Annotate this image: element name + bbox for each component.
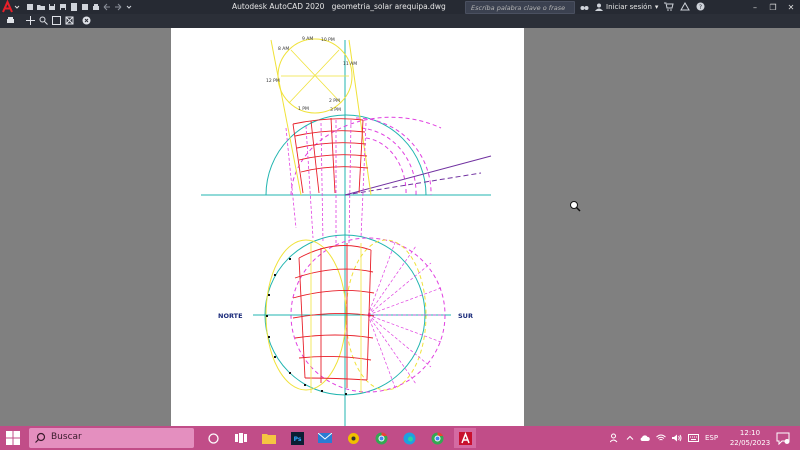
open-icon[interactable]	[37, 3, 45, 11]
language-indicator[interactable]: ESP	[705, 434, 718, 442]
hour-label: 8 AM	[278, 46, 289, 52]
edge-icon	[403, 432, 415, 444]
plot-icon[interactable]	[92, 3, 100, 11]
hour-label: 10 PM	[321, 37, 335, 43]
cortana-button[interactable]	[202, 428, 224, 448]
chrome-icon	[375, 431, 387, 444]
search-box[interactable]	[465, 1, 575, 14]
circle-icon	[207, 432, 219, 444]
app-button[interactable]	[342, 428, 364, 448]
north-label: NORTE	[218, 312, 243, 320]
app-title: Autodesk AutoCAD 2020	[232, 2, 325, 11]
zoom-cursor-icon	[570, 201, 581, 212]
clock[interactable]: 12:10 22/05/2023	[728, 428, 772, 448]
redo-icon[interactable]	[114, 3, 122, 11]
task-view-button[interactable]	[230, 428, 252, 448]
chrome-profile-button[interactable]	[426, 428, 448, 448]
title-bar: Autodesk AutoCAD 2020 geometria_solar ar…	[0, 0, 800, 14]
taskbar-search-label: Buscar	[51, 432, 82, 442]
quick-access-toolbar	[26, 2, 133, 12]
clock-time: 12:10	[739, 429, 761, 437]
chevron-down-icon: ▾	[654, 2, 659, 11]
chrome-button[interactable]	[370, 428, 392, 448]
autocad-a-icon	[2, 0, 20, 13]
hour-label: 1 PM	[298, 106, 309, 112]
task-view-icon	[235, 433, 247, 443]
windows-logo-icon[interactable]	[6, 431, 20, 445]
pan-icon[interactable]	[26, 16, 35, 25]
cloud-icon[interactable]	[640, 434, 650, 442]
close-preview-icon[interactable]	[82, 16, 91, 25]
zoom-extents-icon[interactable]	[65, 16, 74, 25]
autodesk-app-icon[interactable]	[680, 2, 691, 11]
signin-button[interactable]: Iniciar sesión ▾	[595, 3, 658, 11]
plot-preview-paper: 8 AM 9 AM 10 PM 11 AM 12 PM 1 PM 2 PM 3 …	[171, 28, 524, 428]
customize-qat-icon[interactable]	[125, 3, 133, 11]
hour-label: 12 PM	[266, 78, 280, 84]
save-icon[interactable]	[48, 3, 56, 11]
south-label: SUR	[458, 312, 473, 320]
save-as-icon[interactable]	[59, 3, 67, 11]
help-icon[interactable]: ?	[696, 2, 705, 11]
solar-geometry-drawing: 8 AM 9 AM 10 PM 11 AM 12 PM 1 PM 2 PM 3 …	[201, 36, 492, 428]
svg-text:Ps: Ps	[293, 436, 301, 443]
hour-label: 9 AM	[302, 36, 313, 42]
windows-taskbar: Buscar Ps ESP 12:10 22/05/2023	[0, 426, 800, 450]
svg-text:?: ?	[699, 4, 702, 11]
print-icon[interactable]	[6, 16, 15, 25]
file-explorer-button[interactable]	[258, 428, 280, 448]
cart-icon[interactable]	[664, 2, 675, 11]
zoom-icon[interactable]	[39, 16, 48, 25]
restore-button[interactable]: ❐	[764, 0, 782, 14]
taskbar-search-box[interactable]: Buscar	[29, 428, 194, 448]
chevron-up-icon[interactable]	[626, 434, 634, 442]
file-title: geometria_solar arequipa.dwg	[331, 2, 446, 11]
folder-icon	[262, 433, 276, 444]
wifi-icon[interactable]	[656, 434, 666, 442]
hour-label: 2 PM	[329, 98, 340, 104]
user-icon	[595, 3, 603, 11]
mail-icon	[318, 433, 332, 443]
photoshop-icon: Ps	[290, 431, 304, 445]
clock-date: 22/05/2023	[729, 439, 771, 447]
save-web-icon[interactable]	[81, 3, 89, 11]
notification-icon[interactable]	[776, 431, 790, 445]
magnifier-icon	[35, 432, 46, 443]
autocad-a-icon	[458, 431, 472, 445]
volume-icon[interactable]	[672, 434, 682, 442]
close-button[interactable]: ✕	[782, 0, 800, 14]
system-tray: ESP	[610, 432, 718, 444]
photoshop-button[interactable]: Ps	[286, 428, 308, 448]
minimize-button[interactable]: –	[746, 0, 764, 14]
hour-label: 3 PM	[330, 107, 341, 113]
chrome-icon	[431, 431, 443, 444]
hour-label: 11 AM	[343, 61, 357, 67]
edge-button[interactable]	[398, 428, 420, 448]
preview-toolbar	[0, 14, 800, 28]
binoculars-icon[interactable]	[580, 2, 589, 11]
zoom-window-icon[interactable]	[52, 16, 61, 25]
signin-label: Iniciar sesión	[606, 2, 652, 11]
new-icon[interactable]	[26, 3, 34, 11]
web-mobile-icon[interactable]	[70, 3, 78, 11]
search-input[interactable]	[471, 2, 569, 13]
people-icon[interactable]	[610, 433, 620, 443]
mail-button[interactable]	[314, 428, 336, 448]
gear-app-icon	[347, 432, 359, 444]
undo-icon[interactable]	[103, 3, 111, 11]
keyboard-icon[interactable]	[688, 434, 699, 442]
autocad-taskbar-button[interactable]	[454, 428, 476, 448]
application-menu-button[interactable]	[0, 0, 22, 14]
